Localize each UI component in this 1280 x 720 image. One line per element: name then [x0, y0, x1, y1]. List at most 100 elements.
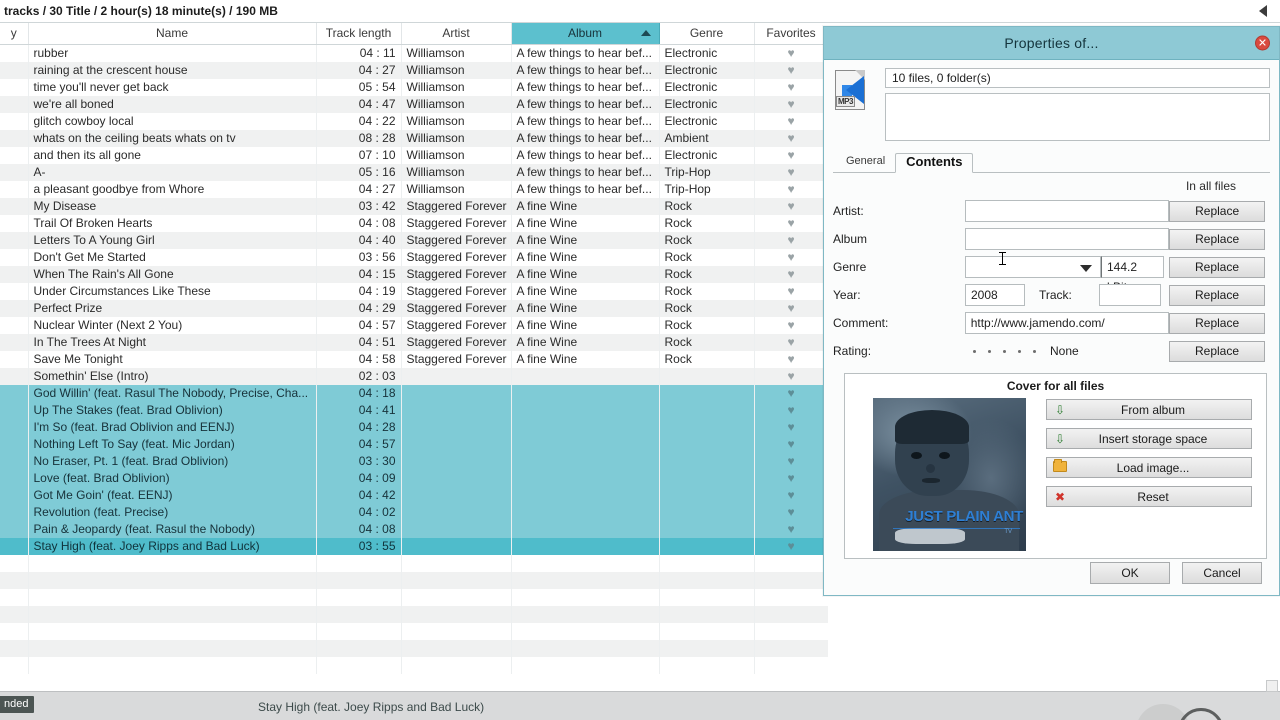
file-summary-field[interactable]: 10 files, 0 folder(s) [885, 68, 1270, 88]
table-row[interactable]: Perfect Prize 04 : 29 Staggered Forever A f… [0, 299, 828, 317]
cell-favorite[interactable]: ♥ [754, 282, 828, 300]
heart-icon[interactable]: ♥ [787, 284, 794, 298]
heart-icon[interactable]: ♥ [787, 80, 794, 94]
heart-icon[interactable]: ♥ [787, 63, 794, 77]
column-header-album[interactable]: Album [511, 23, 660, 45]
table-row[interactable]: rubber 04 : 11 Williamson A few things to h… [0, 44, 828, 62]
cell-favorite[interactable]: ♥ [754, 350, 828, 368]
year-replace-button[interactable]: Replace [1169, 284, 1265, 306]
heart-icon[interactable]: ♥ [787, 505, 794, 519]
table-row[interactable]: Revolution (feat. Precise) 04 : 02 ♥ [0, 503, 828, 521]
notes-field[interactable] [885, 93, 1270, 141]
cell-favorite[interactable]: ♥ [754, 180, 828, 198]
year-input[interactable] [965, 284, 1025, 306]
table-row[interactable]: In The Trees At Night 04 : 51 Staggered Fo… [0, 333, 828, 351]
tab-contents[interactable]: Contents [895, 153, 974, 173]
ok-button[interactable]: OK [1090, 562, 1170, 584]
cell-favorite[interactable]: ♥ [754, 265, 828, 283]
table-row[interactable]: time you'll never get back 05 : 54 William… [0, 78, 828, 96]
cancel-button[interactable]: Cancel [1182, 562, 1262, 584]
heart-icon[interactable]: ♥ [787, 352, 794, 366]
cell-favorite[interactable]: ♥ [754, 418, 828, 436]
genre-select[interactable] [965, 256, 1101, 278]
table-row[interactable]: When The Rain's All Gone 04 : 15 Staggered… [0, 265, 828, 283]
table-row[interactable]: Under Circumstances Like These 04 : 19 Sta… [0, 282, 828, 300]
insert-storage-space-button[interactable]: ⇩ Insert storage space [1046, 428, 1252, 449]
cell-favorite[interactable]: ♥ [754, 384, 828, 402]
heart-icon[interactable]: ♥ [787, 522, 794, 536]
table-row[interactable]: Love (feat. Brad Oblivion) 04 : 09 ♥ [0, 469, 828, 487]
table-row[interactable]: glitch cowboy local 04 : 22 Williamson A fe… [0, 112, 828, 130]
column-header-artist[interactable]: Artist [401, 23, 512, 45]
heart-icon[interactable]: ♥ [787, 335, 794, 349]
table-row[interactable]: Nothing Left To Say (feat. Mic Jordan) 04… [0, 435, 828, 453]
heart-icon[interactable]: ♥ [787, 301, 794, 315]
rating-stars[interactable] [973, 349, 1036, 353]
cell-favorite[interactable]: ♥ [754, 316, 828, 334]
table-row-empty[interactable] [0, 639, 828, 657]
table-row-empty[interactable] [0, 554, 828, 572]
track-input[interactable] [1099, 284, 1161, 306]
comment-input[interactable] [964, 312, 1170, 334]
table-row[interactable]: A- 05 : 16 Williamson A few things to hear … [0, 163, 828, 181]
table-row[interactable]: No Eraser, Pt. 1 (feat. Brad Oblivion) 03… [0, 452, 828, 470]
heart-icon[interactable]: ♥ [787, 114, 794, 128]
column-header-length[interactable]: Track length [316, 23, 402, 45]
cell-favorite[interactable]: ♥ [754, 469, 828, 487]
table-row-empty[interactable] [0, 656, 828, 674]
load-image-button[interactable]: Load image... [1046, 457, 1252, 478]
cell-favorite[interactable]: ♥ [754, 367, 828, 385]
volume-knob[interactable] [1178, 708, 1224, 720]
heart-icon[interactable]: ♥ [787, 267, 794, 281]
column-header-genre[interactable]: Genre [659, 23, 755, 45]
table-row-empty[interactable] [0, 622, 828, 640]
table-row[interactable]: Save Me Tonight 04 : 58 Staggered Forever A… [0, 350, 828, 368]
cell-favorite[interactable]: ♥ [754, 435, 828, 453]
cell-favorite[interactable]: ♥ [754, 503, 828, 521]
table-row[interactable]: I'm So (feat. Brad Oblivion and EENJ) 04 … [0, 418, 828, 436]
table-row[interactable]: Letters To A Young Girl 04 : 40 Staggered … [0, 231, 828, 249]
heart-icon[interactable]: ♥ [787, 148, 794, 162]
rating-dot-5[interactable] [1033, 349, 1036, 353]
cell-favorite[interactable]: ♥ [754, 231, 828, 249]
cell-favorite[interactable]: ♥ [754, 61, 828, 79]
heart-icon[interactable]: ♥ [787, 386, 794, 400]
heart-icon[interactable]: ♥ [787, 369, 794, 383]
album-input[interactable] [964, 228, 1170, 250]
table-row[interactable]: and then its all gone 07 : 10 Williamson A … [0, 146, 828, 164]
cell-favorite[interactable]: ♥ [754, 248, 828, 266]
album-replace-button[interactable]: Replace [1169, 228, 1266, 250]
table-row-empty[interactable] [0, 571, 828, 589]
cell-favorite[interactable]: ♥ [754, 197, 828, 215]
heart-icon[interactable]: ♥ [787, 165, 794, 179]
table-row[interactable]: whats on the ceiling beats whats on tv 08… [0, 129, 828, 147]
heart-icon[interactable]: ♥ [787, 437, 794, 451]
cell-favorite[interactable]: ♥ [754, 163, 828, 181]
column-header-favorites[interactable]: Favorites [754, 23, 828, 45]
dialog-title-bar[interactable]: Properties of... ✕ [824, 27, 1279, 60]
heart-icon[interactable]: ♥ [787, 454, 794, 468]
scrollbar-corner[interactable] [1266, 680, 1278, 692]
genre-replace-button[interactable]: Replace [1169, 256, 1265, 278]
table-row[interactable]: a pleasant goodbye from Whore 04 : 27 Will… [0, 180, 828, 198]
cell-favorite[interactable]: ♥ [754, 214, 828, 232]
cell-favorite[interactable]: ♥ [754, 146, 828, 164]
cell-favorite[interactable]: ♥ [754, 129, 828, 147]
table-row[interactable]: Don't Get Me Started 03 : 56 Staggered For… [0, 248, 828, 266]
heart-icon[interactable]: ♥ [787, 488, 794, 502]
album-cover-image[interactable]: JUST PLAIN ANT TV [873, 398, 1026, 551]
rating-dot-4[interactable] [1018, 349, 1021, 353]
cell-favorite[interactable]: ♥ [754, 78, 828, 96]
heart-icon[interactable]: ♥ [787, 216, 794, 230]
artist-replace-button[interactable]: Replace [1169, 200, 1266, 222]
table-row[interactable]: Up The Stakes (feat. Brad Oblivion) 04 : … [0, 401, 828, 419]
column-header-name[interactable]: Name [28, 23, 317, 45]
tab-general[interactable]: General [836, 151, 895, 172]
table-row-empty[interactable] [0, 605, 828, 623]
heart-icon[interactable]: ♥ [787, 420, 794, 434]
cell-favorite[interactable]: ♥ [754, 537, 828, 555]
heart-icon[interactable]: ♥ [787, 182, 794, 196]
table-row[interactable]: Trail Of Broken Hearts 04 : 08 Staggered F… [0, 214, 828, 232]
heart-icon[interactable]: ♥ [787, 318, 794, 332]
heart-icon[interactable]: ♥ [787, 131, 794, 145]
